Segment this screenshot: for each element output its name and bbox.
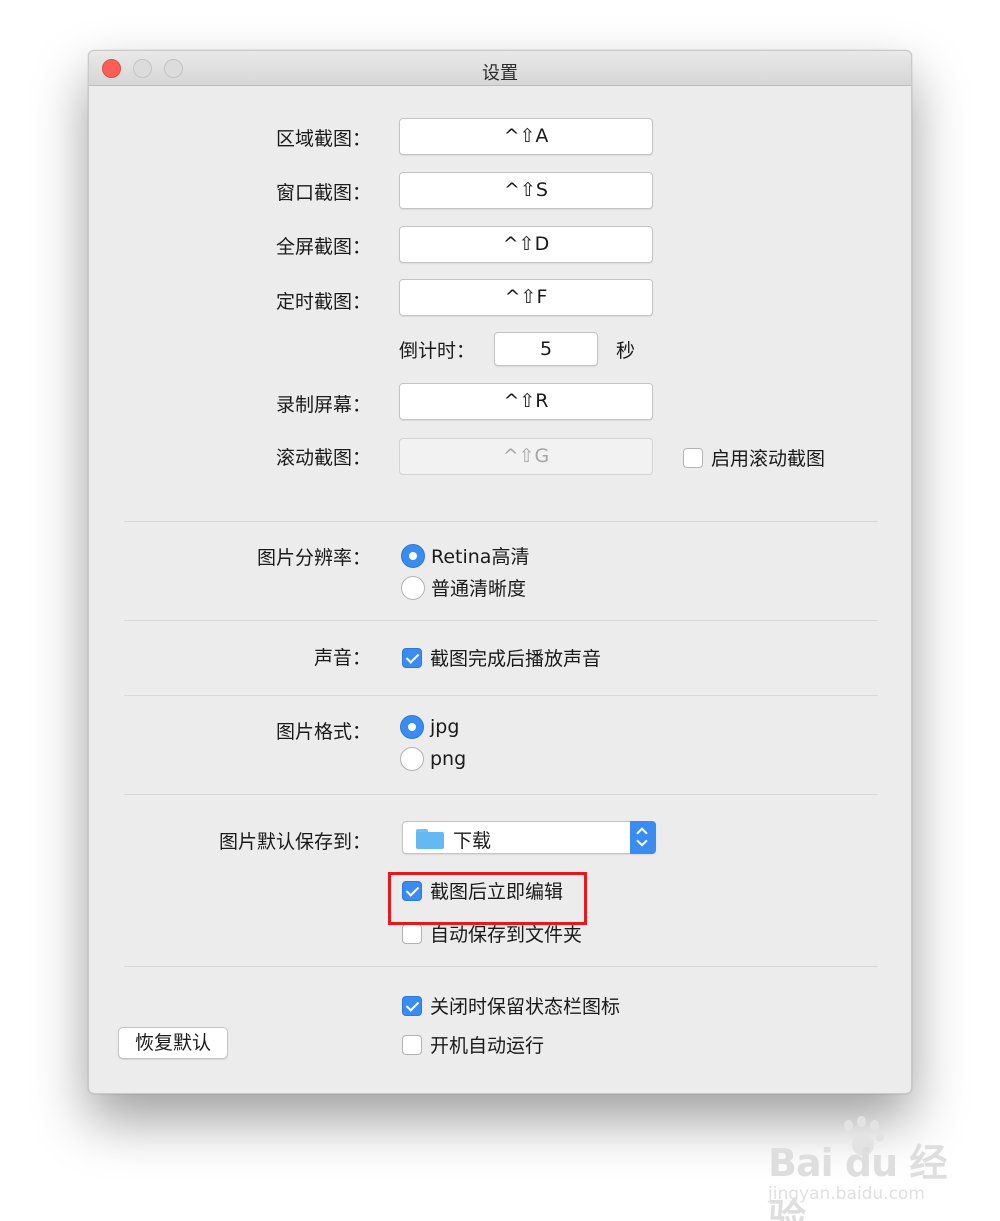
enable-scroll-capture-label: 启用滚动截图 <box>711 448 826 470</box>
checkmark-icon[interactable] <box>402 647 422 668</box>
save-location-label: 图片默认保存到： <box>218 831 371 853</box>
timed-capture-shortcut-field[interactable]: ^⇧F <box>399 279 653 316</box>
divider <box>124 794 878 795</box>
save-folder-value: 下载 <box>453 830 492 852</box>
record-screen-label: 录制屏幕： <box>275 394 371 416</box>
record-screen-shortcut-field[interactable]: ^⇧R <box>399 383 653 420</box>
format-option-png[interactable]: png <box>400 747 466 771</box>
format-option-jpg[interactable]: jpg <box>400 715 459 739</box>
radio-unselected-icon[interactable] <box>400 747 424 771</box>
countdown-seconds-field[interactable]: 5 <box>494 332 598 366</box>
divider <box>124 966 878 967</box>
save-folder-popup[interactable]: 下载 <box>402 821 656 854</box>
region-capture-shortcut-field[interactable]: ^⇧A <box>399 118 653 155</box>
settings-content: 区域截图： ^⇧A 窗口截图： ^⇧S 全屏截图： ^⇧D 定时截图： ^⇧F … <box>89 51 911 1093</box>
scroll-capture-shortcut-field: ^⇧G <box>399 438 653 475</box>
enable-scroll-capture-checkbox[interactable]: 启用滚动截图 <box>683 444 825 471</box>
format-label: 图片格式： <box>275 721 371 743</box>
countdown-unit-label: 秒 <box>616 340 636 362</box>
divider <box>124 620 878 621</box>
timed-capture-label: 定时截图： <box>275 291 371 313</box>
watermark-logo-text: Bai du 经验 <box>768 1141 947 1221</box>
keep-status-icon-checkbox[interactable]: 关闭时保留状态栏图标 <box>402 992 620 1019</box>
reset-defaults-button[interactable]: 恢复默认 <box>118 1027 228 1059</box>
divider <box>124 521 878 522</box>
format-option-label: png <box>430 748 467 770</box>
sound-label: 声音： <box>313 647 371 669</box>
autostart-box[interactable] <box>402 1034 422 1055</box>
window-capture-label: 窗口截图： <box>275 182 371 204</box>
region-capture-label: 区域截图： <box>275 128 371 150</box>
folder-icon <box>416 829 444 849</box>
play-sound-checkbox[interactable]: 截图完成后播放声音 <box>402 644 601 671</box>
radio-selected-icon[interactable] <box>400 715 424 739</box>
scroll-capture-label: 滚动截图： <box>275 447 371 469</box>
enable-scroll-capture-box[interactable] <box>683 447 703 468</box>
keep-status-icon-label: 关闭时保留状态栏图标 <box>430 996 621 1018</box>
autostart-checkbox[interactable]: 开机自动运行 <box>402 1031 544 1058</box>
highlight-annotation-box <box>388 872 587 925</box>
autostart-label: 开机自动运行 <box>430 1035 545 1057</box>
watermark-url: jingyan.baidu.com <box>768 1184 925 1204</box>
popup-chevrons-icon[interactable] <box>630 821 656 854</box>
fullscreen-capture-shortcut-field[interactable]: ^⇧D <box>399 226 653 263</box>
format-option-label: jpg <box>430 716 460 738</box>
resolution-label: 图片分辨率： <box>256 547 371 569</box>
resolution-option-normal[interactable]: 普通清晰度 <box>401 574 526 601</box>
resolution-option-label: Retina高清 <box>431 546 530 568</box>
radio-selected-icon[interactable] <box>401 543 425 568</box>
radio-unselected-icon[interactable] <box>401 575 425 600</box>
baidu-jingyan-watermark: Bai du 经验 jingyan.baidu.com <box>768 1114 958 1221</box>
divider <box>124 695 878 696</box>
resolution-option-label: 普通清晰度 <box>431 578 527 600</box>
checkmark-icon[interactable] <box>402 995 422 1016</box>
countdown-label: 倒计时： <box>398 340 475 362</box>
settings-window: 设置 区域截图： ^⇧A 窗口截图： ^⇧S 全屏截图： ^⇧D 定时截图： ^… <box>88 50 912 1094</box>
fullscreen-capture-label: 全屏截图： <box>275 236 371 258</box>
window-capture-shortcut-field[interactable]: ^⇧S <box>399 172 653 209</box>
play-sound-label: 截图完成后播放声音 <box>430 648 602 670</box>
autosave-box[interactable] <box>402 923 422 944</box>
resolution-option-retina[interactable]: Retina高清 <box>401 542 529 569</box>
